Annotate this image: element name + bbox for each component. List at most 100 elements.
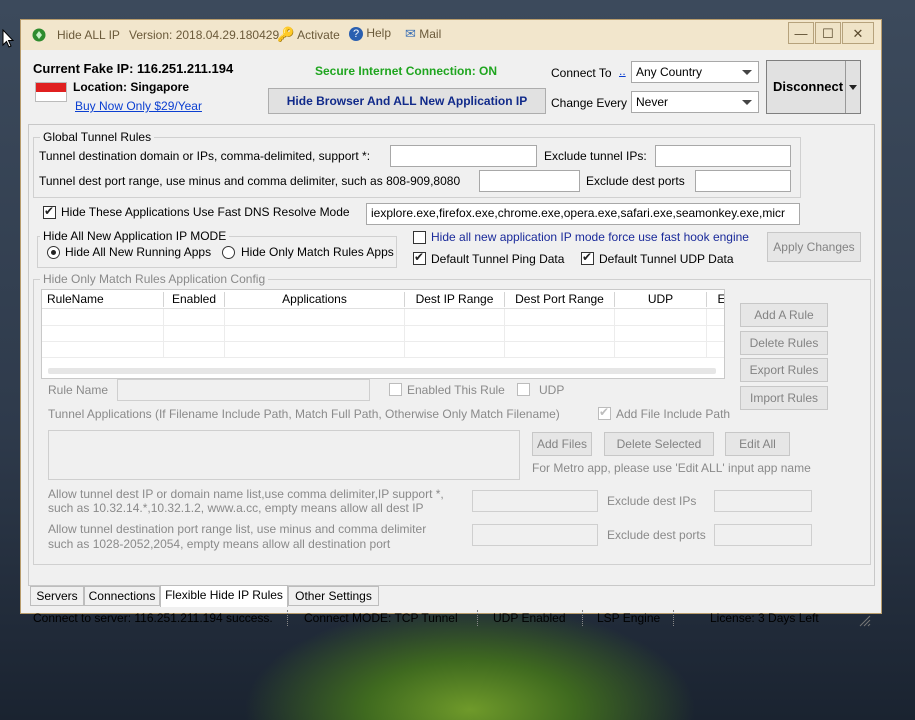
- ping-data-checkbox[interactable]: [413, 250, 426, 265]
- exclude-dest-ports-rule-input[interactable]: [714, 524, 812, 546]
- tab-connections[interactable]: Connections: [84, 586, 160, 606]
- rules-column-header[interactable]: Dest IP Range: [405, 292, 505, 307]
- hide-all-new-apps-radio[interactable]: [47, 246, 60, 259]
- fast-dns-apps-input[interactable]: iexplore.exe,firefox.exe,chrome.exe,oper…: [366, 203, 800, 225]
- exclude-dest-ips-input[interactable]: [714, 490, 812, 512]
- rule-name-input[interactable]: [117, 379, 370, 401]
- change-every-label: Change Every: [551, 96, 628, 110]
- resize-grip-icon[interactable]: [857, 613, 871, 630]
- delete-rules-button[interactable]: Delete Rules: [740, 331, 828, 355]
- enabled-rule-label: Enabled This Rule: [407, 383, 505, 397]
- hide-match-rules-radio[interactable]: [222, 246, 235, 259]
- exclude-dest-ports-input[interactable]: [695, 170, 791, 192]
- connect-to-select[interactable]: Any Country: [631, 61, 759, 83]
- hide-match-rules-label: Hide Only Match Rules Apps: [241, 245, 394, 259]
- rules-column-header[interactable]: Dest Port Range: [505, 292, 615, 307]
- rule-udp-checkbox[interactable]: [517, 383, 530, 396]
- allow-port-label-line1: Allow tunnel destination port range list…: [48, 522, 427, 536]
- tunnel-apps-textarea[interactable]: [48, 430, 520, 480]
- allow-ip-label-line2: such as 10.32.14.*,10.32.1.2, www.a.cc, …: [48, 501, 424, 515]
- tab-servers[interactable]: Servers: [30, 586, 84, 606]
- rules-column-header[interactable]: Applications: [225, 292, 405, 307]
- allow-port-label-line2: such as 1028-2052,2054, empty means allo…: [48, 537, 391, 551]
- rules-table-body: [42, 309, 724, 359]
- rules-column-header[interactable]: E: [707, 292, 724, 307]
- tab-flexible-hide-ip-rules[interactable]: Flexible Hide IP Rules: [160, 585, 288, 607]
- force-hook-checkbox[interactable]: [413, 231, 426, 244]
- location-label: Location: Singapore: [73, 80, 190, 94]
- close-button[interactable]: ✕: [842, 22, 874, 44]
- enabled-rule-checkbox[interactable]: [389, 383, 402, 396]
- fast-dns-checkbox[interactable]: [43, 204, 56, 219]
- hide-all-new-apps-label: Hide All New Running Apps: [65, 245, 212, 259]
- ping-data-label: Default Tunnel Ping Data: [431, 252, 565, 266]
- mouse-cursor-icon: [2, 28, 15, 52]
- exclude-dest-ports-label: Exclude dest ports: [586, 174, 685, 188]
- secure-status: Secure Internet Connection: ON: [315, 64, 498, 78]
- table-row[interactable]: [42, 341, 724, 358]
- hide-browser-button[interactable]: Hide Browser And ALL New Application IP: [268, 88, 546, 114]
- rule-name-label: Rule Name: [48, 383, 109, 397]
- app-version: Version: 2018.04.29.180429: [129, 28, 280, 42]
- delete-selected-button[interactable]: Delete Selected: [604, 432, 714, 456]
- tunnel-domain-input[interactable]: [390, 145, 537, 167]
- force-hook-label: Hide all new application IP mode force u…: [431, 230, 749, 244]
- allow-port-input[interactable]: [472, 524, 598, 546]
- change-every-select[interactable]: Never: [631, 91, 759, 113]
- status-udp: UDP Enabled: [493, 611, 566, 625]
- singapore-flag-icon: [35, 82, 67, 102]
- status-lsp: LSP Engine: [597, 611, 661, 625]
- horizontal-scrollbar[interactable]: [48, 368, 716, 374]
- exclude-dest-ports-rule-label: Exclude dest ports: [607, 528, 706, 542]
- buy-now-link[interactable]: Buy Now Only $29/Year: [75, 99, 202, 113]
- app-window: Hide ALL IP Version: 2018.04.29.180429 🔑…: [20, 19, 882, 627]
- add-files-button[interactable]: Add Files: [532, 432, 592, 456]
- status-license: License: 3 Days Left: [710, 611, 819, 625]
- add-rule-button[interactable]: Add A Rule: [740, 303, 828, 327]
- exclude-tunnel-ips-label: Exclude tunnel IPs:: [544, 149, 647, 163]
- tab-other-settings[interactable]: Other Settings: [288, 586, 379, 606]
- edit-all-button[interactable]: Edit All: [725, 432, 790, 456]
- maximize-button[interactable]: ☐: [815, 22, 841, 44]
- tunnel-apps-label: Tunnel Applications (If Filename Include…: [48, 407, 560, 421]
- fast-dns-label: Hide These Applications Use Fast DNS Res…: [61, 205, 350, 219]
- app-logo-icon: [32, 28, 46, 45]
- status-mode: Connect MODE: TCP Tunnel: [304, 611, 458, 625]
- add-file-path-label: Add File Include Path: [616, 407, 731, 421]
- import-rules-button[interactable]: Import Rules: [740, 386, 828, 410]
- metro-note: For Metro app, please use 'Edit ALL' inp…: [532, 461, 811, 475]
- help-menu[interactable]: ? Help: [349, 26, 391, 41]
- tunnel-port-input[interactable]: [479, 170, 580, 192]
- apply-changes-button[interactable]: Apply Changes: [767, 232, 861, 262]
- status-bar: Connect to server: 116.251.211.194 succe…: [21, 607, 881, 631]
- udp-data-checkbox[interactable]: [581, 250, 594, 265]
- connect-to-label: Connect To: [551, 66, 612, 80]
- activate-menu[interactable]: 🔑 Activate: [277, 26, 340, 43]
- table-row[interactable]: [42, 309, 724, 326]
- allow-ip-input[interactable]: [472, 490, 598, 512]
- main-content: Current Fake IP: 116.251.211.194 Locatio…: [21, 50, 881, 627]
- exclude-dest-ips-label: Exclude dest IPs: [607, 494, 697, 508]
- mail-menu[interactable]: ✉ Mail: [405, 26, 441, 42]
- rules-table-header: RuleName Enabled Applications Dest IP Range…: [42, 290, 724, 309]
- minimize-button[interactable]: —: [788, 22, 814, 44]
- export-rules-button[interactable]: Export Rules: [740, 358, 828, 382]
- disconnect-button[interactable]: Disconnect: [766, 60, 861, 114]
- rules-column-header[interactable]: UDP: [615, 292, 707, 307]
- table-row[interactable]: [42, 325, 724, 342]
- rules-column-header[interactable]: Enabled: [164, 292, 225, 307]
- udp-data-label: Default Tunnel UDP Data: [599, 252, 734, 266]
- connect-to-link[interactable]: ..: [619, 64, 626, 78]
- add-file-path-checkbox[interactable]: [598, 405, 611, 420]
- rules-column-header[interactable]: RuleName: [42, 292, 164, 307]
- current-ip-label: Current Fake IP: 116.251.211.194: [33, 61, 234, 76]
- status-connect: Connect to server: 116.251.211.194 succe…: [33, 611, 273, 625]
- exclude-tunnel-ips-input[interactable]: [655, 145, 791, 167]
- rules-table[interactable]: RuleName Enabled Applications Dest IP Range…: [41, 289, 725, 379]
- allow-ip-label-line1: Allow tunnel dest IP or domain name list…: [48, 487, 444, 501]
- rule-udp-label: UDP: [539, 383, 565, 397]
- chevron-down-icon: [742, 70, 752, 75]
- tunnel-port-label: Tunnel dest port range, use minus and co…: [39, 174, 461, 188]
- title-bar: Hide ALL IP Version: 2018.04.29.180429 🔑…: [21, 20, 881, 50]
- key-icon: 🔑: [277, 26, 295, 42]
